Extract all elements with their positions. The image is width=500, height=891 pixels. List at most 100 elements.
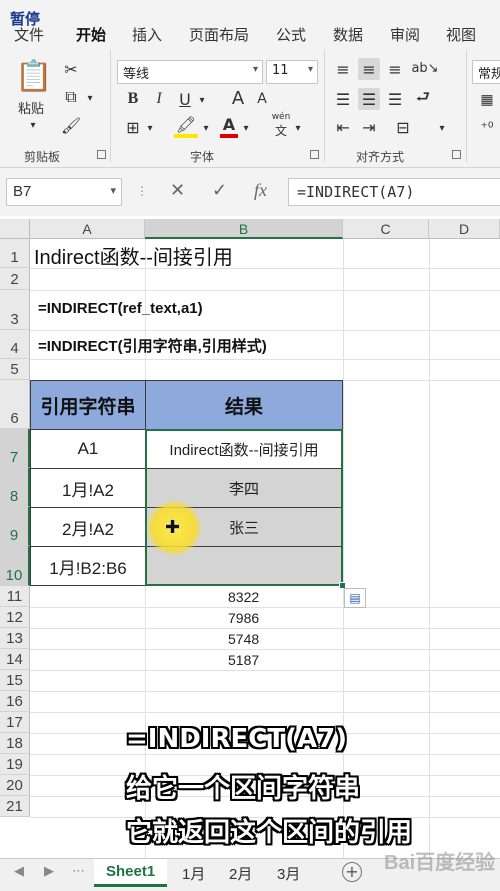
underline-dropdown-icon[interactable]: ▾ <box>196 90 208 110</box>
row-header[interactable]: 15 <box>0 670 30 691</box>
copy-dropdown-icon[interactable]: ▾ <box>84 88 96 108</box>
currency-icon[interactable]: ▦ <box>476 90 498 110</box>
row-header[interactable]: 16 <box>0 691 30 712</box>
select-all-corner[interactable] <box>0 219 30 239</box>
font-name-select[interactable]: 等线 <box>117 60 263 84</box>
sheet-nav-more-icon[interactable]: ⋯ <box>72 864 85 879</box>
formula-input[interactable]: =INDIRECT(A7) <box>288 178 500 206</box>
column-header-a[interactable]: A <box>30 219 145 239</box>
row-header[interactable]: 21 <box>0 796 30 817</box>
sheet-tab-sheet1[interactable]: Sheet1 <box>94 859 168 887</box>
formula-syntax-cell[interactable]: =INDIRECT(ref_text,a1) <box>38 300 203 317</box>
text-orientation-icon[interactable]: ab↘ <box>411 56 438 80</box>
row-header[interactable]: 13 <box>0 628 30 649</box>
tab-formulas[interactable]: 公式 <box>276 24 306 45</box>
row-header[interactable]: 17 <box>0 712 30 733</box>
paste-dropdown-icon[interactable]: ▾ <box>26 118 40 132</box>
row-header[interactable]: 19 <box>0 754 30 775</box>
table-header-ref-string[interactable]: 引用字符串 <box>30 380 146 430</box>
enter-icon[interactable]: ✓ <box>212 180 227 201</box>
table-header-result[interactable]: 结果 <box>145 380 343 430</box>
decrease-font-button[interactable]: A <box>252 88 272 110</box>
row-header[interactable]: 5 <box>0 359 30 380</box>
phonetic-guide-icon[interactable]: 文 <box>270 122 292 138</box>
insert-function-button[interactable]: fx <box>254 180 267 201</box>
tab-review[interactable]: 审阅 <box>390 24 420 45</box>
phonetic-dropdown-icon[interactable]: ▾ <box>292 118 304 138</box>
add-sheet-button[interactable]: + <box>342 862 362 882</box>
spill-value[interactable]: 8322 <box>228 589 259 605</box>
formula-bar-grip-icon[interactable]: ⋮ <box>136 184 148 198</box>
paste-button[interactable]: 粘贴 <box>18 98 44 117</box>
spill-value[interactable]: 5748 <box>228 631 259 647</box>
paste-icon[interactable]: 📋 <box>15 58 52 94</box>
cut-icon[interactable]: ✂ <box>60 58 82 80</box>
sheet-tab-jan[interactable]: 1月 <box>182 859 205 887</box>
number-format-select[interactable]: 常规 <box>472 60 500 84</box>
copy-icon[interactable]: ⧉ <box>60 86 82 108</box>
align-bottom-icon[interactable]: ≡ <box>384 58 406 80</box>
format-painter-icon[interactable]: 🖌 <box>60 114 82 136</box>
alignment-launcher-icon[interactable] <box>452 150 461 159</box>
font-color-icon[interactable]: A <box>220 114 238 138</box>
row-header[interactable]: 2 <box>0 268 30 290</box>
borders-icon[interactable]: ⊞ <box>122 116 144 138</box>
sheet-tab-feb[interactable]: 2月 <box>229 859 252 887</box>
title-cell[interactable]: Indirect函数--间接引用 <box>34 241 233 270</box>
tab-data[interactable]: 数据 <box>333 24 363 45</box>
tab-view[interactable]: 视图 <box>446 24 476 45</box>
spill-value[interactable]: 7986 <box>228 610 259 626</box>
increase-font-button[interactable]: A <box>228 86 248 110</box>
wrap-text-icon[interactable]: ⮐ <box>412 87 434 110</box>
tab-page-layout[interactable]: 页面布局 <box>189 24 249 45</box>
row-header[interactable]: 3 <box>0 290 30 330</box>
italic-button[interactable]: I <box>150 88 168 110</box>
row-header[interactable]: 1 <box>0 239 30 268</box>
table-cell-result[interactable]: Indirect函数--间接引用 <box>145 429 343 469</box>
increase-indent-icon[interactable]: ⇥ <box>358 116 380 138</box>
row-header[interactable]: 11 <box>0 586 30 607</box>
align-center-icon[interactable]: ☰ <box>358 88 380 110</box>
quick-analysis-icon[interactable]: ▤ <box>344 588 366 608</box>
row-header[interactable]: 18 <box>0 733 30 754</box>
row-header[interactable]: 6 <box>0 380 30 429</box>
fill-color-icon[interactable]: 🖍 <box>174 114 198 138</box>
tab-insert[interactable]: 插入 <box>132 24 162 45</box>
column-header-d[interactable]: D <box>429 219 500 239</box>
bold-button[interactable]: B <box>124 88 142 110</box>
align-top-icon[interactable]: ≡ <box>332 58 354 80</box>
merge-center-icon[interactable]: ⊟ <box>392 116 414 138</box>
cancel-icon[interactable]: ✕ <box>170 180 185 201</box>
row-header[interactable]: 7 <box>0 429 30 468</box>
table-cell-ref[interactable]: 1月!B2:B6 <box>30 546 146 586</box>
column-header-b[interactable]: B <box>145 219 343 239</box>
align-right-icon[interactable]: ☰ <box>384 88 406 110</box>
sheet-tab-mar[interactable]: 3月 <box>277 859 300 887</box>
decrease-indent-icon[interactable]: ⇤ <box>332 116 354 138</box>
row-header[interactable]: 9 <box>0 507 30 546</box>
font-launcher-icon[interactable] <box>310 150 319 159</box>
row-header[interactable]: 4 <box>0 330 30 359</box>
font-color-dropdown-icon[interactable]: ▾ <box>240 118 252 138</box>
fill-color-dropdown-icon[interactable]: ▾ <box>200 118 212 138</box>
tab-home[interactable]: 开始 <box>76 24 107 51</box>
borders-dropdown-icon[interactable]: ▾ <box>144 118 156 138</box>
name-box[interactable]: B7 <box>6 178 122 206</box>
table-cell-ref[interactable]: 1月!A2 <box>30 468 146 508</box>
sheet-nav-prev-icon[interactable]: ◀ <box>14 864 24 879</box>
row-header[interactable]: 14 <box>0 649 30 670</box>
underline-button[interactable]: U <box>176 88 194 110</box>
row-header[interactable]: 10 <box>0 546 30 586</box>
sheet-nav-next-icon[interactable]: ▶ <box>44 864 54 879</box>
row-header[interactable]: 20 <box>0 775 30 796</box>
table-cell-ref[interactable]: 2月!A2 <box>30 507 146 547</box>
column-header-c[interactable]: C <box>343 219 429 239</box>
merge-dropdown-icon[interactable]: ▾ <box>436 118 448 138</box>
align-left-icon[interactable]: ☰ <box>332 88 354 110</box>
align-middle-icon[interactable]: ≡ <box>358 58 380 80</box>
row-header[interactable]: 8 <box>0 468 30 507</box>
font-size-select[interactable]: 11 <box>266 60 318 84</box>
spill-value[interactable]: 5187 <box>228 652 259 668</box>
row-header[interactable]: 12 <box>0 607 30 628</box>
decimal-icon[interactable]: ⁺⁰ <box>476 118 498 138</box>
